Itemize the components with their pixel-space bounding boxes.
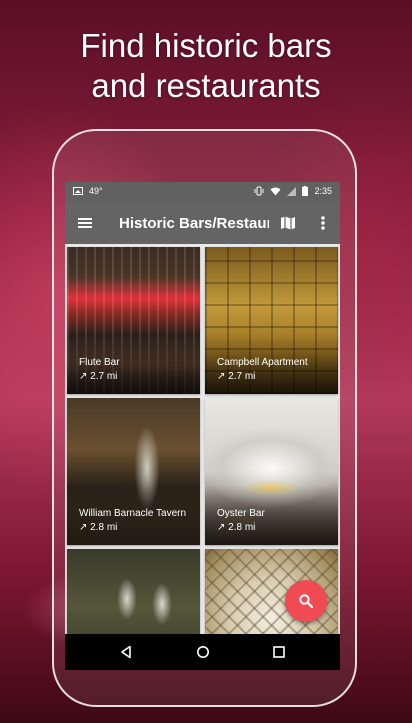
back-button[interactable]: [116, 642, 136, 662]
status-bar: 49° 2:35: [65, 182, 340, 202]
map-icon: [281, 216, 295, 230]
app-toolbar: Historic Bars/Restaurants: [65, 202, 340, 244]
status-time: 2:35: [314, 186, 332, 196]
toolbar-title-text: Historic Bars/Restaurants: [119, 215, 269, 232]
signal-icon: [287, 186, 297, 196]
more-vert-icon: [321, 216, 325, 230]
place-card-campbell-apartment[interactable]: Campbell Apartment ↗ 2.7 mi: [205, 247, 338, 394]
image-notification-icon: [73, 187, 83, 195]
place-name: Oyster Bar: [217, 508, 265, 519]
wifi-icon: [270, 187, 281, 195]
headline-line-1: Find historic bars: [80, 27, 332, 64]
menu-icon: [78, 218, 92, 228]
place-card-oyster-bar[interactable]: Oyster Bar ↗ 2.8 mi: [205, 398, 338, 545]
status-temperature: 49°: [89, 186, 103, 196]
more-options-button[interactable]: [317, 213, 329, 233]
back-icon: [121, 645, 131, 659]
home-button[interactable]: [193, 642, 213, 662]
app-screen: 49° 2:35 Historic Bars/Restau Flute Bar …: [65, 182, 340, 670]
search-fab-button[interactable]: [285, 580, 327, 622]
battery-icon: [302, 186, 309, 196]
vibrate-icon: [254, 186, 264, 196]
home-icon: [197, 646, 209, 658]
place-distance: ↗ 2.8 mi: [79, 522, 118, 533]
place-card-william-barnacle-tavern[interactable]: William Barnacle Tavern ↗ 2.8 mi: [67, 398, 200, 545]
place-name: William Barnacle Tavern: [79, 508, 187, 519]
place-card-flute-bar[interactable]: Flute Bar ↗ 2.7 mi: [67, 247, 200, 394]
place-distance: ↗ 2.7 mi: [217, 371, 256, 382]
headline-line-2: and restaurants: [91, 67, 321, 104]
menu-button[interactable]: [77, 215, 93, 231]
search-icon: [299, 594, 314, 609]
place-distance: ↗ 2.8 mi: [217, 522, 256, 533]
place-distance: ↗ 2.7 mi: [79, 371, 118, 382]
place-name: Campbell Apartment: [217, 357, 308, 368]
map-view-button[interactable]: [279, 214, 297, 232]
headline: Find historic bars and restaurants: [0, 26, 412, 106]
system-nav-bar: [65, 634, 340, 670]
recents-icon: [273, 646, 285, 658]
place-name: Flute Bar: [79, 357, 120, 368]
recents-button[interactable]: [269, 642, 289, 662]
toolbar-title: Historic Bars/Restaurants: [119, 215, 269, 232]
